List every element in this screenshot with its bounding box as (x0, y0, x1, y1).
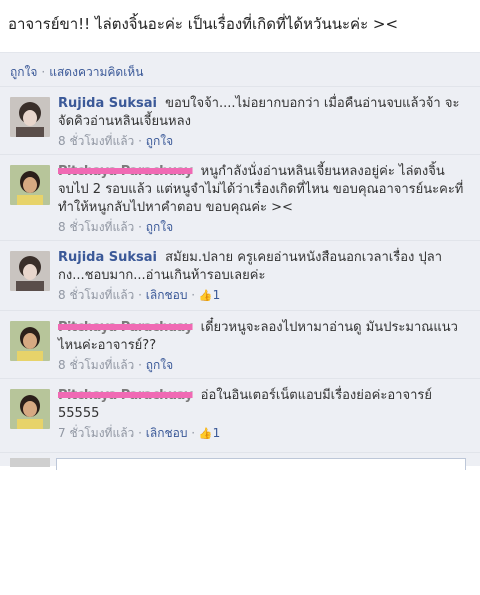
separator: · (134, 426, 146, 440)
comment-meta: 8 ชั่วโมงที่แล้ว · เลิกชอบ · 👍1 (58, 286, 472, 305)
comment-time[interactable]: 7 ชั่วโมงที่แล้ว (58, 426, 134, 440)
comment: Rujida Suksai ขอบใจจ้า....ไม่อยากบอกว่า … (0, 86, 480, 154)
separator: · (134, 220, 146, 234)
comment-author[interactable]: Pitchaya Parachuay (58, 388, 193, 403)
separator: · (187, 426, 199, 440)
comment-meta: 8 ชั่วโมงที่แล้ว · ถูกใจ (58, 132, 472, 150)
comment-unlike-link[interactable]: เลิกชอบ (146, 426, 188, 440)
separator: · (134, 134, 146, 148)
avatar[interactable] (10, 97, 50, 137)
comment-input-row (0, 452, 480, 470)
comment-body: Pitchaya Parachuay หนูกำลังนั่งอ่านหลินเ… (58, 163, 472, 236)
comment-body: Pitchaya Parachuay อ่อในอินเตอร์เน็ตแอบม… (58, 387, 472, 443)
separator: · (187, 288, 199, 302)
comment-time[interactable]: 8 ชั่วโมงที่แล้ว (58, 288, 134, 302)
comment-body: Rujida Suksai ขอบใจจ้า....ไม่อยากบอกว่า … (58, 95, 472, 150)
avatar[interactable] (10, 389, 50, 429)
post-text: อาจารย์ขา!! ไล่ตงจิ้นอะค่ะ เป็นเรื่องที่… (8, 15, 399, 33)
comment-link[interactable]: แสดงความคิดเห็น (49, 65, 143, 79)
comment-author[interactable]: Pitchaya Parachuay (58, 320, 193, 335)
post-actions: ถูกใจ · แสดงความคิดเห็น (10, 63, 143, 82)
comment-input[interactable] (56, 458, 466, 470)
comment: Pitchaya Parachuay อ่อในอินเตอร์เน็ตแอบม… (0, 378, 480, 452)
comment-like-count[interactable]: 1 (213, 288, 221, 302)
comment-unlike-link[interactable]: เลิกชอบ (146, 288, 188, 302)
comment-meta: 7 ชั่วโมงที่แล้ว · เลิกชอบ · 👍1 (58, 424, 472, 443)
comment-like-count[interactable]: 1 (213, 426, 221, 440)
post-actions-bar: ถูกใจ · แสดงความคิดเห็น (0, 52, 480, 86)
comment-like-link[interactable]: ถูกใจ (146, 358, 173, 372)
avatar (10, 458, 50, 467)
comment-time[interactable]: 8 ชั่วโมงที่แล้ว (58, 358, 134, 372)
comment-time[interactable]: 8 ชั่วโมงที่แล้ว (58, 134, 134, 148)
comment-author[interactable]: Pitchaya Parachuay (58, 164, 193, 179)
comment-like-link[interactable]: ถูกใจ (146, 134, 173, 148)
avatar[interactable] (10, 321, 50, 361)
comment-body: Rujida Suksai สมัยม.ปลาย ครูเคยอ่านหนังส… (58, 249, 472, 305)
comment-body: Pitchaya Parachuay เดี๋ยวหนูจะลองไปหามาอ… (58, 319, 472, 374)
separator: · (134, 358, 146, 372)
comment-time[interactable]: 8 ชั่วโมงที่แล้ว (58, 220, 134, 234)
comment: Rujida Suksai สมัยม.ปลาย ครูเคยอ่านหนังส… (0, 240, 480, 310)
comment: Pitchaya Parachuay เดี๋ยวหนูจะลองไปหามาอ… (0, 310, 480, 378)
comment-author[interactable]: Rujida Suksai (58, 96, 157, 111)
comment-meta: 8 ชั่วโมงที่แล้ว · ถูกใจ (58, 356, 472, 374)
like-link[interactable]: ถูกใจ (10, 65, 37, 79)
comment-meta: 8 ชั่วโมงที่แล้ว · ถูกใจ (58, 218, 472, 236)
comment-like-link[interactable]: ถูกใจ (146, 220, 173, 234)
thumbs-up-icon[interactable]: 👍 (199, 289, 213, 302)
separator: · (134, 288, 146, 302)
separator: · (41, 65, 46, 79)
comment: Pitchaya Parachuay หนูกำลังนั่งอ่านหลินเ… (0, 154, 480, 240)
comment-author[interactable]: Rujida Suksai (58, 250, 157, 265)
thumbs-up-icon[interactable]: 👍 (199, 427, 213, 440)
avatar[interactable] (10, 165, 50, 205)
avatar[interactable] (10, 251, 50, 291)
